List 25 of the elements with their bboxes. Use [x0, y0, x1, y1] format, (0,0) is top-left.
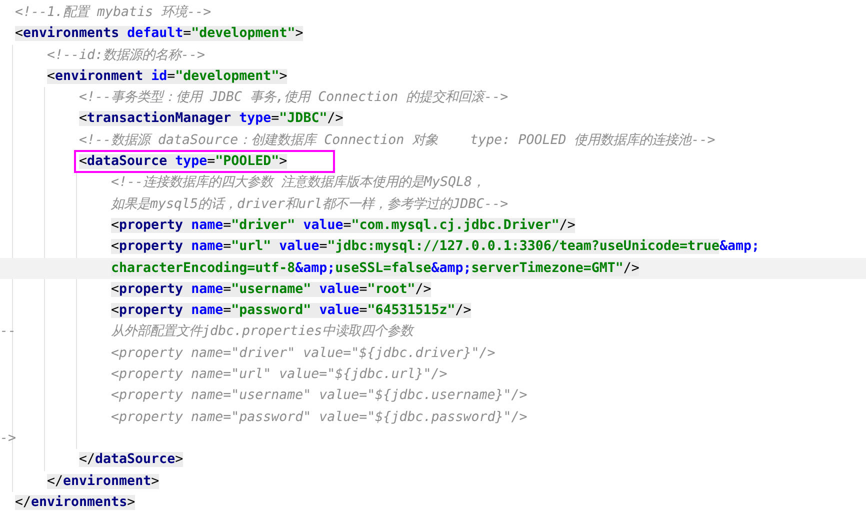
- comment-fragment: ->: [0, 430, 16, 448]
- code-line: <!--事务类型：使用 JDBC 事务,使用 Connection 的提交和回滚-->: [79, 88, 508, 108]
- code-line: <transactionManager type="JDBC"/>: [79, 110, 344, 128]
- code-line: </dataSource>: [79, 451, 184, 470]
- highlighted-code-line: <dataSource type="POOLED">: [76, 152, 334, 172]
- code-line: <environment id="development">: [47, 68, 288, 86]
- code-line: <property name="password" value="${jdbc.password}"/>: [111, 408, 528, 427]
- code-line: <property name="password" value="64531515z"/>: [111, 302, 472, 320]
- code-line: 从外部配置文件jdbc.properties中读取四个参数: [111, 322, 414, 342]
- code-line: <property name="url" value="jdbc:mysql://127.0.0.1:3306/team?useUnicode=true&amp;: [111, 238, 760, 256]
- code-line: <property name="username" value="${jdbc.username}"/>: [111, 387, 528, 406]
- code-line: <property name="url" value="${jdbc.url}"/>: [111, 366, 448, 384]
- code-line: 如果是mysql5的话，driver和url都不一样，参考学过的JDBC-->: [111, 196, 508, 214]
- code-line: <environments default="development">: [15, 25, 304, 44]
- code-line: <!--1.配置 mybatis 环境-->: [15, 4, 212, 22]
- code-line: characterEncoding=utf-8&amp;useSSL=false&amp;serverTimezone=GMT"/>: [111, 260, 640, 278]
- code-line: <property name="driver" value="com.mysql.cj.jdbc.Driver"/>: [111, 216, 576, 235]
- code-line: <!--连接数据库的四大参数 注意数据库版本使用的是MySQL8，: [111, 174, 486, 192]
- comment-fragment: --: [0, 323, 16, 342]
- code-line: <property name="driver" value="${jdbc.driver}"/>: [111, 344, 496, 363]
- code-line: <!--数据源 dataSource：创建数据库 Connection 对象 type: POOLED 使用数据库的连接池-->: [79, 132, 716, 150]
- code-line: <!--id:数据源的名称-->: [47, 46, 206, 65]
- code-line: </environments>: [15, 494, 136, 511]
- code-line: <property name="username" value="root"/>: [111, 280, 432, 299]
- code-line: </environment>: [47, 472, 160, 491]
